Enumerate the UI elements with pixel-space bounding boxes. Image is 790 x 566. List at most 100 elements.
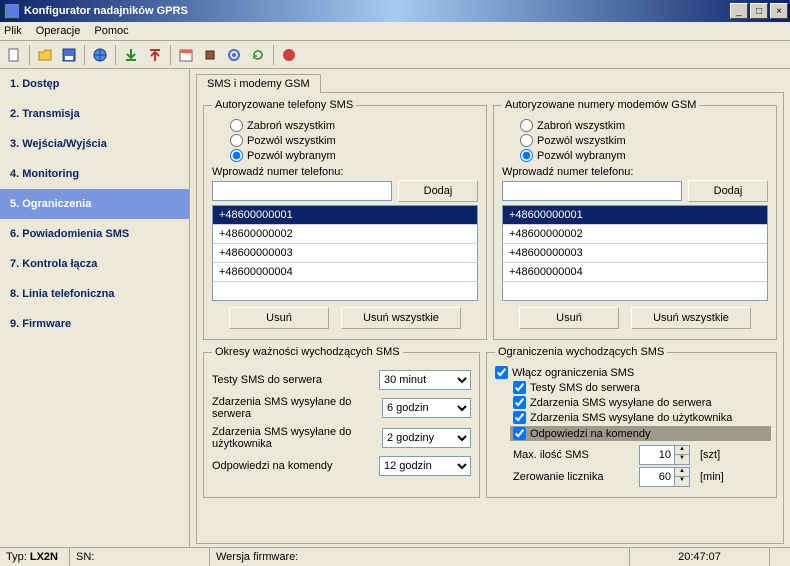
- sidebar-item-label: 6. Powiadomienia SMS: [10, 228, 129, 240]
- check-label: Testy SMS do serwera: [530, 382, 640, 394]
- stop-icon[interactable]: [278, 44, 300, 66]
- radio-label: Zabroń wszystkim: [537, 120, 625, 132]
- minimize-button[interactable]: _: [730, 3, 748, 19]
- sidebar-item-io[interactable]: 3. Wejścia/Wyjścia: [0, 129, 189, 159]
- sidebar: 1. Dostęp 2. Transmisja 3. Wejścia/Wyjśc…: [0, 69, 190, 547]
- sidebar-item-monitoring[interactable]: 4. Monitoring: [0, 159, 189, 189]
- radio-label: Pozwól wszystkim: [247, 135, 336, 147]
- period-select-events-server[interactable]: 6 godzin: [382, 398, 471, 418]
- menu-operations[interactable]: Operacje: [36, 25, 81, 37]
- checkbox-limit-responses[interactable]: Odpowiedzi na komendy: [513, 427, 650, 440]
- status-firmware-label: Wersja firmware:: [216, 551, 298, 563]
- gear-icon[interactable]: [223, 44, 245, 66]
- reset-counter-label: Zerowanie licznika: [513, 471, 633, 483]
- chip-icon[interactable]: [199, 44, 221, 66]
- tab-sms-modems[interactable]: SMS i modemy GSM: [196, 74, 321, 93]
- max-sms-label: Max. ilość SMS: [513, 449, 633, 461]
- period-label: Zdarzenia SMS wysyłane do użytkownika: [212, 426, 382, 450]
- spin-down-icon: ▼: [675, 477, 689, 486]
- spin-down-icon: ▼: [675, 455, 689, 464]
- list-item[interactable]: +48600000002: [213, 225, 477, 244]
- radio-gsm-deny-all[interactable]: Zabroń wszystkim: [520, 119, 625, 132]
- sms-delete-button[interactable]: Usuń: [229, 307, 329, 329]
- close-button[interactable]: ×: [770, 3, 788, 19]
- list-item[interactable]: +48600000001: [503, 206, 767, 225]
- period-label: Odpowiedzi na komendy: [212, 460, 332, 472]
- tab-panel: Autoryzowane telefony SMS Zabroń wszystk…: [196, 92, 784, 544]
- menu-file[interactable]: Plik: [4, 25, 22, 37]
- toolbar: [0, 41, 790, 69]
- checkbox-enable-limits[interactable]: Włącz ograniczenia SMS: [495, 366, 634, 379]
- radio-gsm-allow-all[interactable]: Pozwól wszystkim: [520, 134, 626, 147]
- check-label: Włącz ograniczenia SMS: [512, 367, 634, 379]
- list-item[interactable]: +48600000002: [503, 225, 767, 244]
- period-select-events-user[interactable]: 2 godziny: [382, 428, 471, 448]
- gsm-phone-list[interactable]: +48600000001 +48600000002 +48600000003 +…: [502, 205, 768, 301]
- save-file-icon[interactable]: [58, 44, 80, 66]
- input-label: Wprowadź numer telefonu:: [502, 166, 768, 178]
- sidebar-item-access[interactable]: 1. Dostęp: [0, 69, 189, 99]
- download-green-icon[interactable]: [120, 44, 142, 66]
- fieldset-sms-phones: Autoryzowane telefony SMS Zabroń wszystk…: [203, 99, 487, 340]
- period-select-responses[interactable]: 12 godzin: [379, 456, 471, 476]
- fieldset-sms-limits: Ograniczenia wychodzących SMS Włącz ogra…: [486, 346, 777, 498]
- maximize-button[interactable]: □: [750, 3, 768, 19]
- sidebar-item-restrictions[interactable]: 5. Ograniczenia: [0, 189, 189, 219]
- checkbox-limit-events-server[interactable]: Zdarzenia SMS wysyłane do serwera: [513, 396, 712, 409]
- check-label: Odpowiedzi na komendy: [530, 428, 650, 440]
- list-item[interactable]: +48600000003: [213, 244, 477, 263]
- sidebar-item-phone-line[interactable]: 8. Linia telefoniczna: [0, 279, 189, 309]
- sidebar-item-label: 2. Transmisja: [10, 108, 80, 120]
- list-item[interactable]: +48600000004: [213, 263, 477, 282]
- sms-add-button[interactable]: Dodaj: [398, 180, 478, 202]
- gsm-phone-input[interactable]: [502, 181, 682, 201]
- tab-label: SMS i modemy GSM: [207, 78, 310, 90]
- status-type-value: LX2N: [30, 551, 58, 563]
- globe-icon[interactable]: [89, 44, 111, 66]
- sidebar-item-label: 5. Ograniczenia: [10, 198, 91, 210]
- toolbar-separator: [84, 45, 85, 65]
- sms-delete-all-button[interactable]: Usuń wszystkie: [341, 307, 461, 329]
- period-select-tests[interactable]: 30 minut: [379, 370, 471, 390]
- sidebar-item-sms-notifications[interactable]: 6. Powiadomienia SMS: [0, 219, 189, 249]
- fieldset-gsm-modems: Autoryzowane numery modemów GSM Zabroń w…: [493, 99, 777, 340]
- reset-counter-input[interactable]: [639, 467, 675, 487]
- spinner-buttons[interactable]: ▲▼: [675, 445, 690, 465]
- list-item[interactable]: +48600000004: [503, 263, 767, 282]
- checkbox-limit-tests[interactable]: Testy SMS do serwera: [513, 381, 640, 394]
- gsm-delete-all-button[interactable]: Usuń wszystkie: [631, 307, 751, 329]
- menu-help[interactable]: Pomoc: [94, 25, 128, 37]
- sms-phone-list[interactable]: +48600000001 +48600000002 +48600000003 +…: [212, 205, 478, 301]
- radio-sms-allow-all[interactable]: Pozwól wszystkim: [230, 134, 336, 147]
- list-item[interactable]: +48600000001: [213, 206, 477, 225]
- new-file-icon[interactable]: [3, 44, 25, 66]
- list-item[interactable]: +48600000003: [503, 244, 767, 263]
- sidebar-item-label: 7. Kontrola łącza: [10, 258, 97, 270]
- upload-red-icon[interactable]: [144, 44, 166, 66]
- spinner-buttons[interactable]: ▲▼: [675, 467, 690, 487]
- max-sms-input[interactable]: [639, 445, 675, 465]
- open-file-icon[interactable]: [34, 44, 56, 66]
- sidebar-item-transmission[interactable]: 2. Transmisja: [0, 99, 189, 129]
- gsm-delete-button[interactable]: Usuń: [519, 307, 619, 329]
- status-sn-label: SN:: [76, 551, 94, 563]
- radio-label: Zabroń wszystkim: [247, 120, 335, 132]
- radio-label: Pozwól wszystkim: [537, 135, 626, 147]
- radio-sms-deny-all[interactable]: Zabroń wszystkim: [230, 119, 335, 132]
- radio-sms-allow-selected[interactable]: Pozwól wybranym: [230, 149, 336, 162]
- calendar-icon[interactable]: [175, 44, 197, 66]
- radio-gsm-allow-selected[interactable]: Pozwól wybranym: [520, 149, 626, 162]
- toolbar-separator: [170, 45, 171, 65]
- sidebar-item-firmware[interactable]: 9. Firmware: [0, 309, 189, 339]
- sms-phone-input[interactable]: [212, 181, 392, 201]
- gsm-add-button[interactable]: Dodaj: [688, 180, 768, 202]
- toolbar-separator: [29, 45, 30, 65]
- menu-bar: Plik Operacje Pomoc: [0, 22, 790, 41]
- reset-counter-unit: [min]: [700, 471, 724, 483]
- period-label: Testy SMS do serwera: [212, 374, 322, 386]
- checkbox-limit-events-user[interactable]: Zdarzenia SMS wysyłane do użytkownika: [513, 411, 732, 424]
- refresh-icon[interactable]: [247, 44, 269, 66]
- sidebar-item-link-control[interactable]: 7. Kontrola łącza: [0, 249, 189, 279]
- legend-validity-periods: Okresy ważności wychodzących SMS: [212, 346, 403, 358]
- window-title: Konfigurator nadajników GPRS: [24, 5, 728, 17]
